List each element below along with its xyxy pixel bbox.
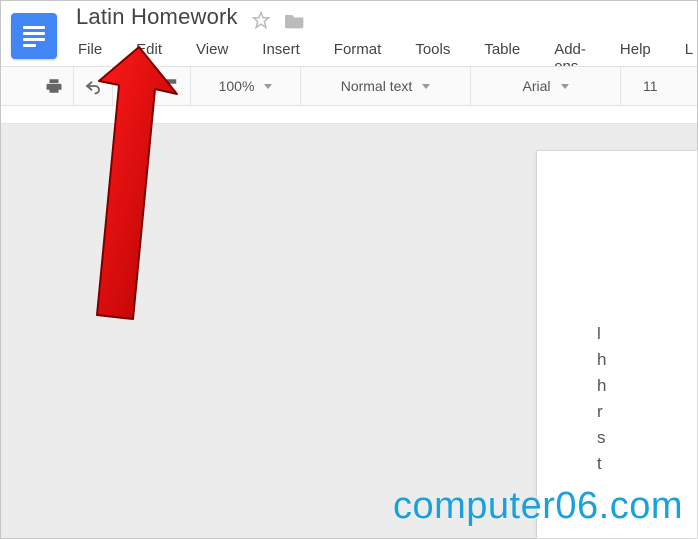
- docs-icon: [23, 23, 45, 50]
- folder-icon[interactable]: [285, 11, 305, 29]
- document-title[interactable]: Latin Homework: [76, 4, 238, 29]
- document-canvas: l h h r s t: [1, 124, 697, 538]
- chevron-down-icon: [264, 84, 272, 89]
- paint-format-button[interactable]: [152, 67, 191, 105]
- style-value: Normal text: [341, 78, 413, 94]
- zoom-value: 100%: [219, 78, 255, 94]
- chevron-down-icon: [422, 84, 430, 89]
- app-logo[interactable]: [11, 13, 57, 59]
- font-value: Arial: [522, 78, 550, 94]
- toolbar: 100% Normal text Arial 11: [1, 66, 697, 106]
- redo-button[interactable]: [113, 67, 152, 105]
- chevron-down-icon: [561, 84, 569, 89]
- font-size-dropdown[interactable]: 11: [621, 67, 668, 105]
- page[interactable]: l h h r s t: [537, 151, 697, 538]
- star-icon[interactable]: [252, 11, 270, 29]
- paragraph-style-dropdown[interactable]: Normal text: [301, 67, 471, 105]
- zoom-dropdown[interactable]: 100%: [191, 67, 301, 105]
- print-button[interactable]: [35, 67, 74, 105]
- watermark-text: computer06.com: [393, 485, 683, 528]
- font-dropdown[interactable]: Arial: [471, 67, 621, 105]
- undo-button[interactable]: [74, 67, 113, 105]
- page-content: l h h r s t: [597, 321, 691, 477]
- font-size-value: 11: [643, 78, 658, 94]
- ruler: [1, 106, 697, 124]
